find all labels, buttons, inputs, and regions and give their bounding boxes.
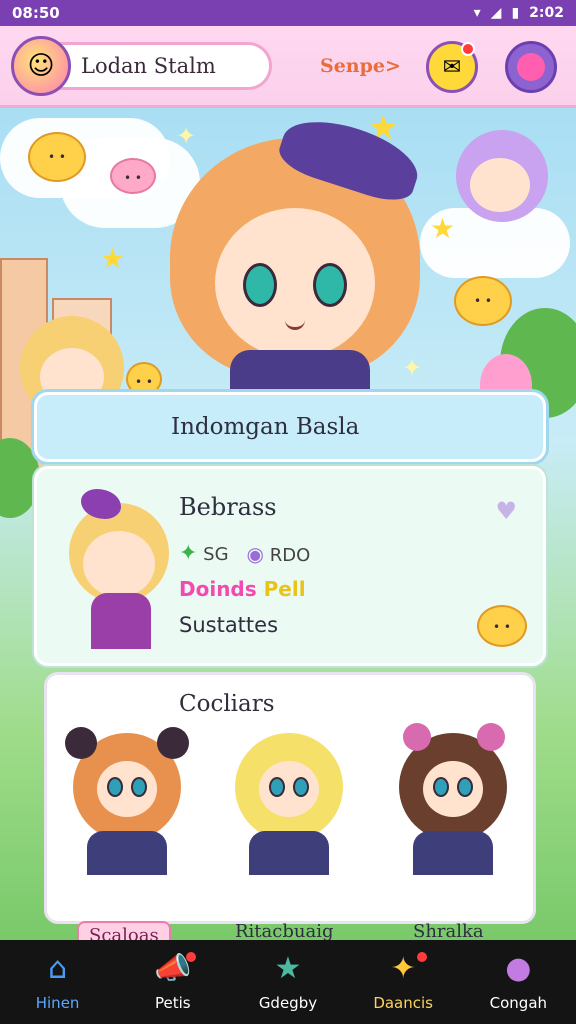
main-mascot — [170, 108, 426, 410]
character-avatar — [55, 483, 185, 653]
pink-blob-mascot — [110, 158, 156, 194]
nav-label: Congah — [489, 994, 548, 1012]
notification-dot — [461, 42, 475, 56]
mascot-face — [215, 208, 375, 358]
nav-label: Petis — [154, 994, 191, 1012]
status-right-time: 2:02 — [529, 5, 564, 21]
character-slot[interactable]: Scaloas — [57, 723, 197, 950]
signal-icon: ◢ — [490, 5, 502, 21]
app-title: Lodan Stalm — [81, 53, 216, 78]
hero-title-card[interactable]: Indomgan Basla — [34, 392, 546, 462]
mascot-eye — [313, 263, 347, 307]
character-stats: ✦ SG ◉ RDO — [179, 541, 310, 566]
profile-button[interactable] — [505, 41, 557, 93]
app-logo[interactable]: ☺ Lodan Stalm — [11, 35, 272, 96]
nav-item-daancis[interactable]: ✦ Daancis — [346, 951, 461, 1013]
character-label: Shralka — [413, 921, 484, 942]
yellow-blob-mascot — [126, 362, 162, 396]
battery-icon: ▮ — [511, 5, 520, 21]
nav-item-congah[interactable]: ● Congah — [461, 951, 576, 1013]
character-body — [413, 831, 493, 875]
nav-item-petis[interactable]: 📣 Petis — [115, 952, 230, 1012]
cat-ear — [403, 723, 431, 751]
bell-icon: ✦ — [390, 951, 416, 986]
character-name: Bebrass — [179, 493, 277, 521]
mascot-eye — [243, 263, 277, 307]
character-rank: Doinds Pell — [179, 577, 306, 601]
status-bar: 08:50 ▾ ◢ ▮ 2:02 — [0, 0, 576, 26]
yellow-blob-mascot — [477, 605, 527, 647]
notification-dot — [416, 952, 427, 962]
character-detail-card[interactable]: Bebrass ✦ SG ◉ RDO Doinds Pell Sustattes… — [34, 466, 546, 666]
avatar-face — [83, 531, 155, 597]
senpe-link[interactable]: Senpe> — [320, 55, 401, 77]
nav-label: Daancis — [373, 994, 433, 1012]
mascot-mouth — [285, 320, 305, 330]
character-face — [97, 761, 157, 817]
home-icon: ⌂ — [48, 951, 68, 986]
nav-label: Hinen — [35, 994, 80, 1012]
yellow-blob-mascot — [454, 276, 512, 326]
avatar-body — [91, 593, 151, 649]
chibi-face — [470, 158, 530, 212]
gem-stat: ✦ SG — [179, 541, 229, 566]
profile-icon — [517, 53, 545, 81]
wifi-icon: ▾ — [473, 5, 481, 21]
mail-icon: ✉ — [442, 54, 462, 80]
hero-title: Indomgan Basla — [171, 414, 360, 440]
status-time: 08:50 — [12, 4, 60, 22]
characters-title: Cocliars — [179, 691, 275, 717]
character-body — [87, 831, 167, 875]
character-body — [249, 831, 329, 875]
favorite-heart-icon[interactable]: ♥ — [495, 497, 517, 525]
character-slot[interactable]: Shralka — [383, 723, 523, 942]
logo-mascot-icon: ☺ — [11, 35, 71, 96]
yellow-blob-mascot — [28, 132, 86, 182]
character-face — [259, 761, 319, 817]
nav-item-gdegby[interactable]: ★ Gdegby — [230, 951, 345, 1013]
nav-item-home[interactable]: ⌂ Hinen — [0, 951, 115, 1013]
bear-ear — [65, 727, 97, 759]
notification-dot — [186, 952, 197, 962]
star-icon: ★ — [274, 951, 302, 986]
mail-button[interactable]: ✉ — [426, 41, 478, 93]
bottom-navigation: ⌂ Hinen 📣 Petis ★ Gdegby ✦ Daancis ● Con… — [0, 940, 576, 1024]
bear-ear — [157, 727, 189, 759]
character-status: Sustattes — [179, 613, 279, 637]
cat-ear — [477, 723, 505, 751]
character-label: Ritacbuaig — [235, 921, 334, 942]
orb-stat: ◉ RDO — [246, 541, 311, 566]
character-slot[interactable]: Ritacbuaig — [219, 723, 359, 942]
character-face — [423, 761, 483, 817]
star-icon: ★ — [430, 212, 456, 245]
person-icon: ● — [505, 951, 532, 986]
orb-icon: ◉ — [246, 541, 264, 566]
characters-card: Cocliars Scaloas Ritacbuaig Shralka — [44, 672, 536, 950]
gem-icon: ✦ — [179, 541, 198, 566]
status-icons: ▾ ◢ ▮ 2:02 — [474, 5, 564, 21]
star-icon: ★ — [100, 242, 126, 275]
app-header: ☺ Lodan Stalm Senpe> ✉ — [0, 26, 576, 108]
nav-label: Gdegby — [258, 994, 318, 1012]
